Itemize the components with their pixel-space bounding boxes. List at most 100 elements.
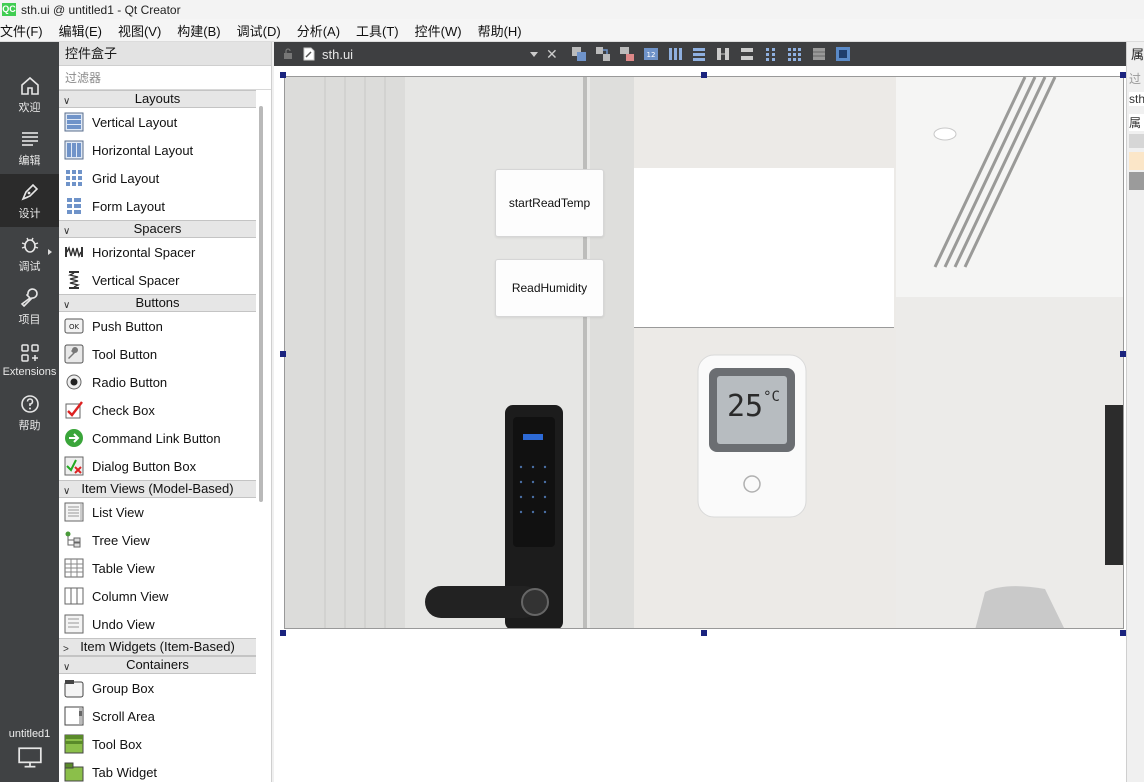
grid-layout-tool-icon[interactable] bbox=[786, 45, 804, 63]
start-read-temp-button[interactable]: startReadTemp bbox=[495, 169, 604, 237]
widget-command-link-button[interactable]: Command Link Button bbox=[59, 424, 256, 452]
widget-box-panel: 控件盒子 过滤器 ∨ Layouts Vertical Layout Horizo… bbox=[59, 42, 272, 782]
command-link-icon bbox=[65, 429, 83, 447]
category-spacers[interactable]: ∨ Spacers bbox=[59, 220, 256, 238]
mode-help-label: 帮助 bbox=[18, 419, 41, 432]
widget-push-button[interactable]: OK Push Button bbox=[59, 312, 256, 340]
mode-welcome[interactable]: 欢迎 bbox=[0, 68, 59, 121]
widget-undo-view[interactable]: Undo View bbox=[59, 610, 256, 638]
widget-vertical-layout[interactable]: Vertical Layout bbox=[59, 108, 256, 136]
widget-column-view[interactable]: Column View bbox=[59, 582, 256, 610]
mode-edit[interactable]: 编辑 bbox=[0, 121, 59, 174]
output-text-area[interactable] bbox=[634, 168, 894, 328]
chevron-down-icon: ∨ bbox=[63, 300, 71, 311]
bug-icon bbox=[21, 237, 38, 253]
resize-handle[interactable] bbox=[280, 72, 286, 78]
category-label: Layouts bbox=[134, 91, 181, 106]
widget-tool-button[interactable]: Tool Button bbox=[59, 340, 256, 368]
widget-box-scrollbar[interactable] bbox=[259, 106, 263, 502]
widget-grid-layout[interactable]: Grid Layout bbox=[59, 164, 256, 192]
widget-tree-view[interactable]: Tree View bbox=[59, 526, 256, 554]
category-containers[interactable]: ∨ Containers bbox=[59, 656, 256, 674]
chevron-down-icon: ∨ bbox=[63, 486, 71, 497]
mode-extensions-label: Extensions bbox=[2, 365, 57, 378]
widget-table-view[interactable]: Table View bbox=[59, 554, 256, 582]
menu-build[interactable]: 构建(B) bbox=[177, 21, 228, 40]
undo-view-icon bbox=[64, 614, 84, 634]
close-document-icon[interactable]: ✕ bbox=[546, 46, 558, 63]
widget-radio-button[interactable]: Radio Button bbox=[59, 368, 256, 396]
widget-filter-input[interactable]: 过滤器 bbox=[59, 66, 271, 90]
widget-label: Column View bbox=[92, 588, 169, 604]
category-item-views[interactable]: ∨ Item Views (Model-Based) bbox=[59, 480, 256, 498]
menu-debug[interactable]: 调试(D) bbox=[237, 21, 289, 40]
resize-handle[interactable] bbox=[280, 351, 286, 357]
object-row[interactable]: sth bbox=[1129, 92, 1144, 106]
temperature-readout: 25°C bbox=[727, 389, 780, 424]
horizontal-splitter-icon[interactable] bbox=[714, 45, 732, 63]
widget-tab-widget[interactable]: Tab Widget bbox=[59, 758, 256, 782]
menu-view[interactable]: 视图(V) bbox=[118, 21, 169, 40]
edit-widgets-icon[interactable] bbox=[570, 45, 588, 63]
menu-help[interactable]: 帮助(H) bbox=[478, 21, 530, 40]
mode-help[interactable]: 帮助 bbox=[0, 386, 59, 439]
widget-scroll-area[interactable]: Scroll Area bbox=[59, 702, 256, 730]
edit-signals-slots-icon[interactable] bbox=[594, 45, 612, 63]
chevron-right-icon[interactable] bbox=[1129, 172, 1144, 190]
category-item-widgets[interactable]: > Item Widgets (Item-Based) bbox=[59, 638, 256, 656]
widget-check-box[interactable]: Check Box bbox=[59, 396, 256, 424]
svg-text:OK: OK bbox=[69, 323, 80, 331]
mode-debug[interactable]: 调试 bbox=[0, 227, 59, 280]
edit-buddies-icon[interactable] bbox=[618, 45, 636, 63]
mode-design[interactable]: 设计 bbox=[0, 174, 59, 227]
inspector-filter-input[interactable]: 过 bbox=[1129, 70, 1144, 87]
qt-creator-logo-icon: QC bbox=[2, 3, 16, 16]
lock-icon[interactable] bbox=[282, 48, 294, 60]
read-humidity-button[interactable]: ReadHumidity bbox=[495, 259, 604, 317]
property-row-highlight[interactable] bbox=[1129, 152, 1144, 170]
property-filter[interactable]: 属 bbox=[1129, 114, 1144, 131]
resize-handle[interactable] bbox=[701, 72, 707, 78]
menu-edit[interactable]: 编辑(E) bbox=[59, 21, 110, 40]
category-buttons[interactable]: ∨ Buttons bbox=[59, 294, 256, 312]
open-document-name[interactable]: sth.ui bbox=[322, 47, 353, 62]
edit-tab-order-icon[interactable]: 12 bbox=[642, 45, 660, 63]
mode-projects-label: 项目 bbox=[18, 313, 41, 326]
widget-form-layout[interactable]: Form Layout bbox=[59, 192, 256, 220]
widget-horizontal-spacer[interactable]: Horizontal Spacer bbox=[59, 238, 256, 266]
widget-dialog-button-box[interactable]: Dialog Button Box bbox=[59, 452, 256, 480]
widget-label: Table View bbox=[92, 560, 155, 576]
form-layout-tool-icon[interactable] bbox=[762, 45, 780, 63]
mode-extensions[interactable]: Extensions bbox=[0, 333, 59, 386]
main-window-form[interactable]: 25°C startReadTemp ReadHumidity bbox=[284, 76, 1124, 629]
category-layouts[interactable]: ∨ Layouts bbox=[59, 90, 256, 108]
widget-label: Tool Box bbox=[92, 736, 142, 752]
lay-out-vertically-icon[interactable] bbox=[690, 45, 708, 63]
vertical-splitter-icon[interactable] bbox=[738, 45, 756, 63]
form-design-canvas[interactable]: 25°C startReadTemp ReadHumidity bbox=[274, 66, 1126, 782]
tool-box-icon bbox=[64, 734, 84, 754]
menu-bar: 文件(F) 编辑(E) 视图(V) 构建(B) 调试(D) 分析(A) 工具(T… bbox=[0, 19, 1144, 42]
menu-tools[interactable]: 工具(T) bbox=[356, 21, 407, 40]
menu-analyze[interactable]: 分析(A) bbox=[297, 21, 348, 40]
document-dropdown-icon[interactable] bbox=[530, 52, 538, 57]
widget-horizontal-layout[interactable]: Horizontal Layout bbox=[59, 136, 256, 164]
table-view-icon bbox=[64, 558, 84, 578]
widget-list-view[interactable]: List View bbox=[59, 498, 256, 526]
widget-group-box[interactable]: Group Box bbox=[59, 674, 256, 702]
break-layout-icon[interactable] bbox=[810, 45, 828, 63]
widget-vertical-spacer[interactable]: Vertical Spacer bbox=[59, 266, 256, 294]
menu-widgets[interactable]: 控件(W) bbox=[415, 21, 470, 40]
kit-selector[interactable]: untitled1 bbox=[0, 728, 59, 773]
background-scene-image bbox=[285, 77, 1123, 628]
widget-label: Radio Button bbox=[92, 374, 168, 390]
chevron-down-icon[interactable] bbox=[1129, 134, 1144, 148]
resize-handle[interactable] bbox=[280, 630, 286, 636]
adjust-size-icon[interactable] bbox=[834, 45, 852, 63]
menu-file[interactable]: 文件(F) bbox=[0, 21, 51, 40]
mode-projects[interactable]: 项目 bbox=[0, 280, 59, 333]
widget-tool-box[interactable]: Tool Box bbox=[59, 730, 256, 758]
form-layout-icon bbox=[67, 198, 81, 214]
lay-out-horizontally-icon[interactable] bbox=[666, 45, 684, 63]
resize-handle[interactable] bbox=[701, 630, 707, 636]
